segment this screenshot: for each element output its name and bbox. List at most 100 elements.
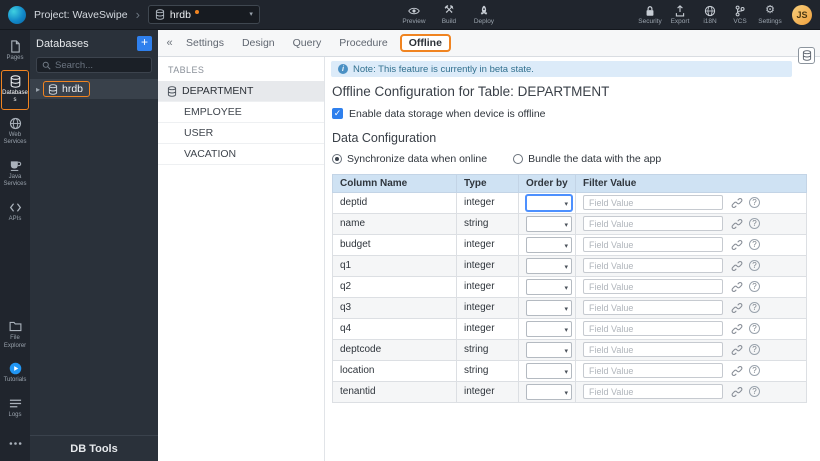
help-icon[interactable]: ?	[749, 386, 760, 398]
link-icon[interactable]	[731, 386, 743, 398]
radio-synchronize-data-when-online[interactable]: Synchronize data when online	[332, 153, 487, 165]
order-by-select[interactable]: ▾	[526, 320, 572, 337]
help-icon[interactable]: ?	[749, 302, 760, 314]
order-by-select[interactable]: ▾	[526, 341, 572, 358]
add-database-button[interactable]: +	[137, 36, 152, 51]
export-button[interactable]: Export	[668, 4, 692, 25]
build-button[interactable]: ⚒ Build	[437, 5, 461, 25]
sidebar-item-apis[interactable]: APIs	[1, 196, 29, 229]
order-by-select[interactable]: ▾	[526, 194, 572, 211]
link-icon[interactable]	[731, 239, 743, 251]
sidebar-item-pages[interactable]: Pages	[1, 35, 29, 68]
radio-label: Synchronize data when online	[347, 152, 488, 165]
filter-value-input[interactable]	[583, 216, 723, 232]
help-icon[interactable]: ?	[749, 260, 760, 272]
databases-panel-header: Databases +	[30, 30, 158, 55]
radio-control[interactable]	[332, 153, 342, 164]
link-icon[interactable]	[731, 197, 743, 209]
order-by-cell: ▾	[518, 338, 576, 361]
radio-control[interactable]	[513, 153, 524, 164]
help-icon[interactable]: ?	[749, 323, 760, 335]
order-by-select[interactable]: ▾	[526, 299, 572, 316]
filter-value-cell: ?	[575, 296, 807, 319]
link-icon[interactable]	[731, 302, 743, 314]
order-by-select[interactable]: ▾	[526, 383, 572, 400]
link-icon[interactable]	[731, 281, 743, 293]
order-by-select[interactable]: ▾	[526, 236, 572, 253]
link-icon[interactable]	[731, 344, 743, 356]
expand-chevron-icon[interactable]: ▸	[33, 85, 43, 94]
link-icon[interactable]	[731, 323, 743, 335]
link-icon[interactable]	[731, 365, 743, 377]
preview-button[interactable]: Preview	[402, 5, 426, 25]
sidebar-item-databases[interactable]: Databases	[1, 69, 29, 110]
table-item-user[interactable]: USER	[158, 123, 324, 144]
db-tools-button[interactable]: DB Tools	[30, 435, 158, 461]
tab-design[interactable]: Design	[233, 34, 284, 52]
column-name-cell: name	[332, 212, 457, 235]
help-icon[interactable]: ?	[749, 281, 760, 293]
settings-button[interactable]: ⚙ Settings	[758, 5, 782, 25]
rocket-icon	[478, 5, 490, 17]
radio-bundle-the-data-with-the-app[interactable]: Bundle the data with the app	[513, 153, 661, 165]
filter-value-input[interactable]	[583, 321, 723, 337]
rail-top: Pages Databases Web Services Java Services A…	[0, 35, 30, 230]
sidebar-item-file-explorer[interactable]: File Explorer	[1, 315, 29, 355]
search-input[interactable]	[55, 59, 146, 71]
filter-value-input[interactable]	[583, 195, 723, 211]
help-icon[interactable]: ?	[749, 344, 760, 356]
user-avatar[interactable]: JS	[792, 4, 812, 25]
sidebar-item-web-services[interactable]: Web Services	[1, 112, 29, 152]
help-icon[interactable]: ?	[749, 365, 760, 377]
table-item-vacation[interactable]: VACATION	[158, 144, 324, 165]
sidebar-item-tutorials[interactable]: Tutorials	[1, 357, 29, 390]
table-item-department[interactable]: DEPARTMENT	[158, 81, 324, 102]
help-icon[interactable]: ?	[749, 239, 760, 251]
column-type-cell: integer	[456, 296, 519, 319]
security-button[interactable]: Security	[638, 5, 662, 25]
order-by-cell: ▾	[518, 212, 576, 235]
column-row-deptid: deptidinteger ▾?	[332, 191, 807, 214]
column-row-q3: q3integer ▾?	[332, 296, 807, 319]
filter-value-input[interactable]	[583, 363, 723, 379]
filter-value-cell: ?	[575, 275, 807, 298]
filter-value-input[interactable]	[583, 300, 723, 316]
checkbox-control[interactable]	[332, 108, 343, 120]
tab-settings[interactable]: Settings	[177, 34, 233, 52]
sidebar-more-button[interactable]	[1, 432, 29, 455]
filter-value-cell: ?	[575, 191, 807, 214]
filter-value-cell: ?	[575, 212, 807, 235]
filter-value-input[interactable]	[583, 342, 723, 358]
order-by-select[interactable]: ▾	[526, 278, 572, 295]
vcs-button[interactable]: VCS	[728, 5, 752, 25]
help-icon[interactable]: ?	[749, 197, 760, 209]
offline-config-panel: Note: This feature is currently in beta …	[325, 57, 820, 461]
i18n-button[interactable]: i18N	[698, 5, 722, 25]
tab-offline[interactable]: Offline	[399, 34, 451, 52]
order-by-select[interactable]: ▾	[526, 257, 572, 274]
order-by-cell: ▾	[518, 380, 576, 403]
sidebar-item-logs[interactable]: Logs	[1, 392, 29, 425]
search-box	[36, 57, 152, 73]
link-icon[interactable]	[731, 260, 743, 272]
order-by-select[interactable]: ▾	[526, 215, 572, 232]
filter-value-input[interactable]	[583, 258, 723, 274]
db-tree-item-hrdb[interactable]: ▸ hrdb	[30, 79, 158, 99]
help-icon[interactable]: ?	[749, 218, 760, 230]
tab-query[interactable]: Query	[284, 34, 331, 52]
enable-offline-checkbox[interactable]: Enable data storage when device is offli…	[332, 108, 810, 120]
export-db-button[interactable]	[798, 47, 815, 64]
tab-procedure[interactable]: Procedure	[330, 34, 396, 52]
filter-value-input[interactable]	[583, 237, 723, 253]
deploy-button[interactable]: Deploy	[472, 5, 496, 25]
table-item-employee[interactable]: EMPLOYEE	[158, 102, 324, 123]
filter-value-input[interactable]	[583, 279, 723, 295]
database-selector-dropdown[interactable]: hrdb ▾	[147, 5, 260, 24]
sidebar-item-java-services[interactable]: Java Services	[1, 154, 29, 194]
filter-value-input[interactable]	[583, 384, 723, 400]
order-by-select[interactable]: ▾	[526, 362, 572, 379]
toolbar-item-label: Preview	[402, 17, 426, 25]
wavemaker-logo[interactable]	[8, 5, 26, 24]
collapse-panel-button[interactable]: «	[162, 37, 177, 49]
link-icon[interactable]	[731, 218, 743, 230]
